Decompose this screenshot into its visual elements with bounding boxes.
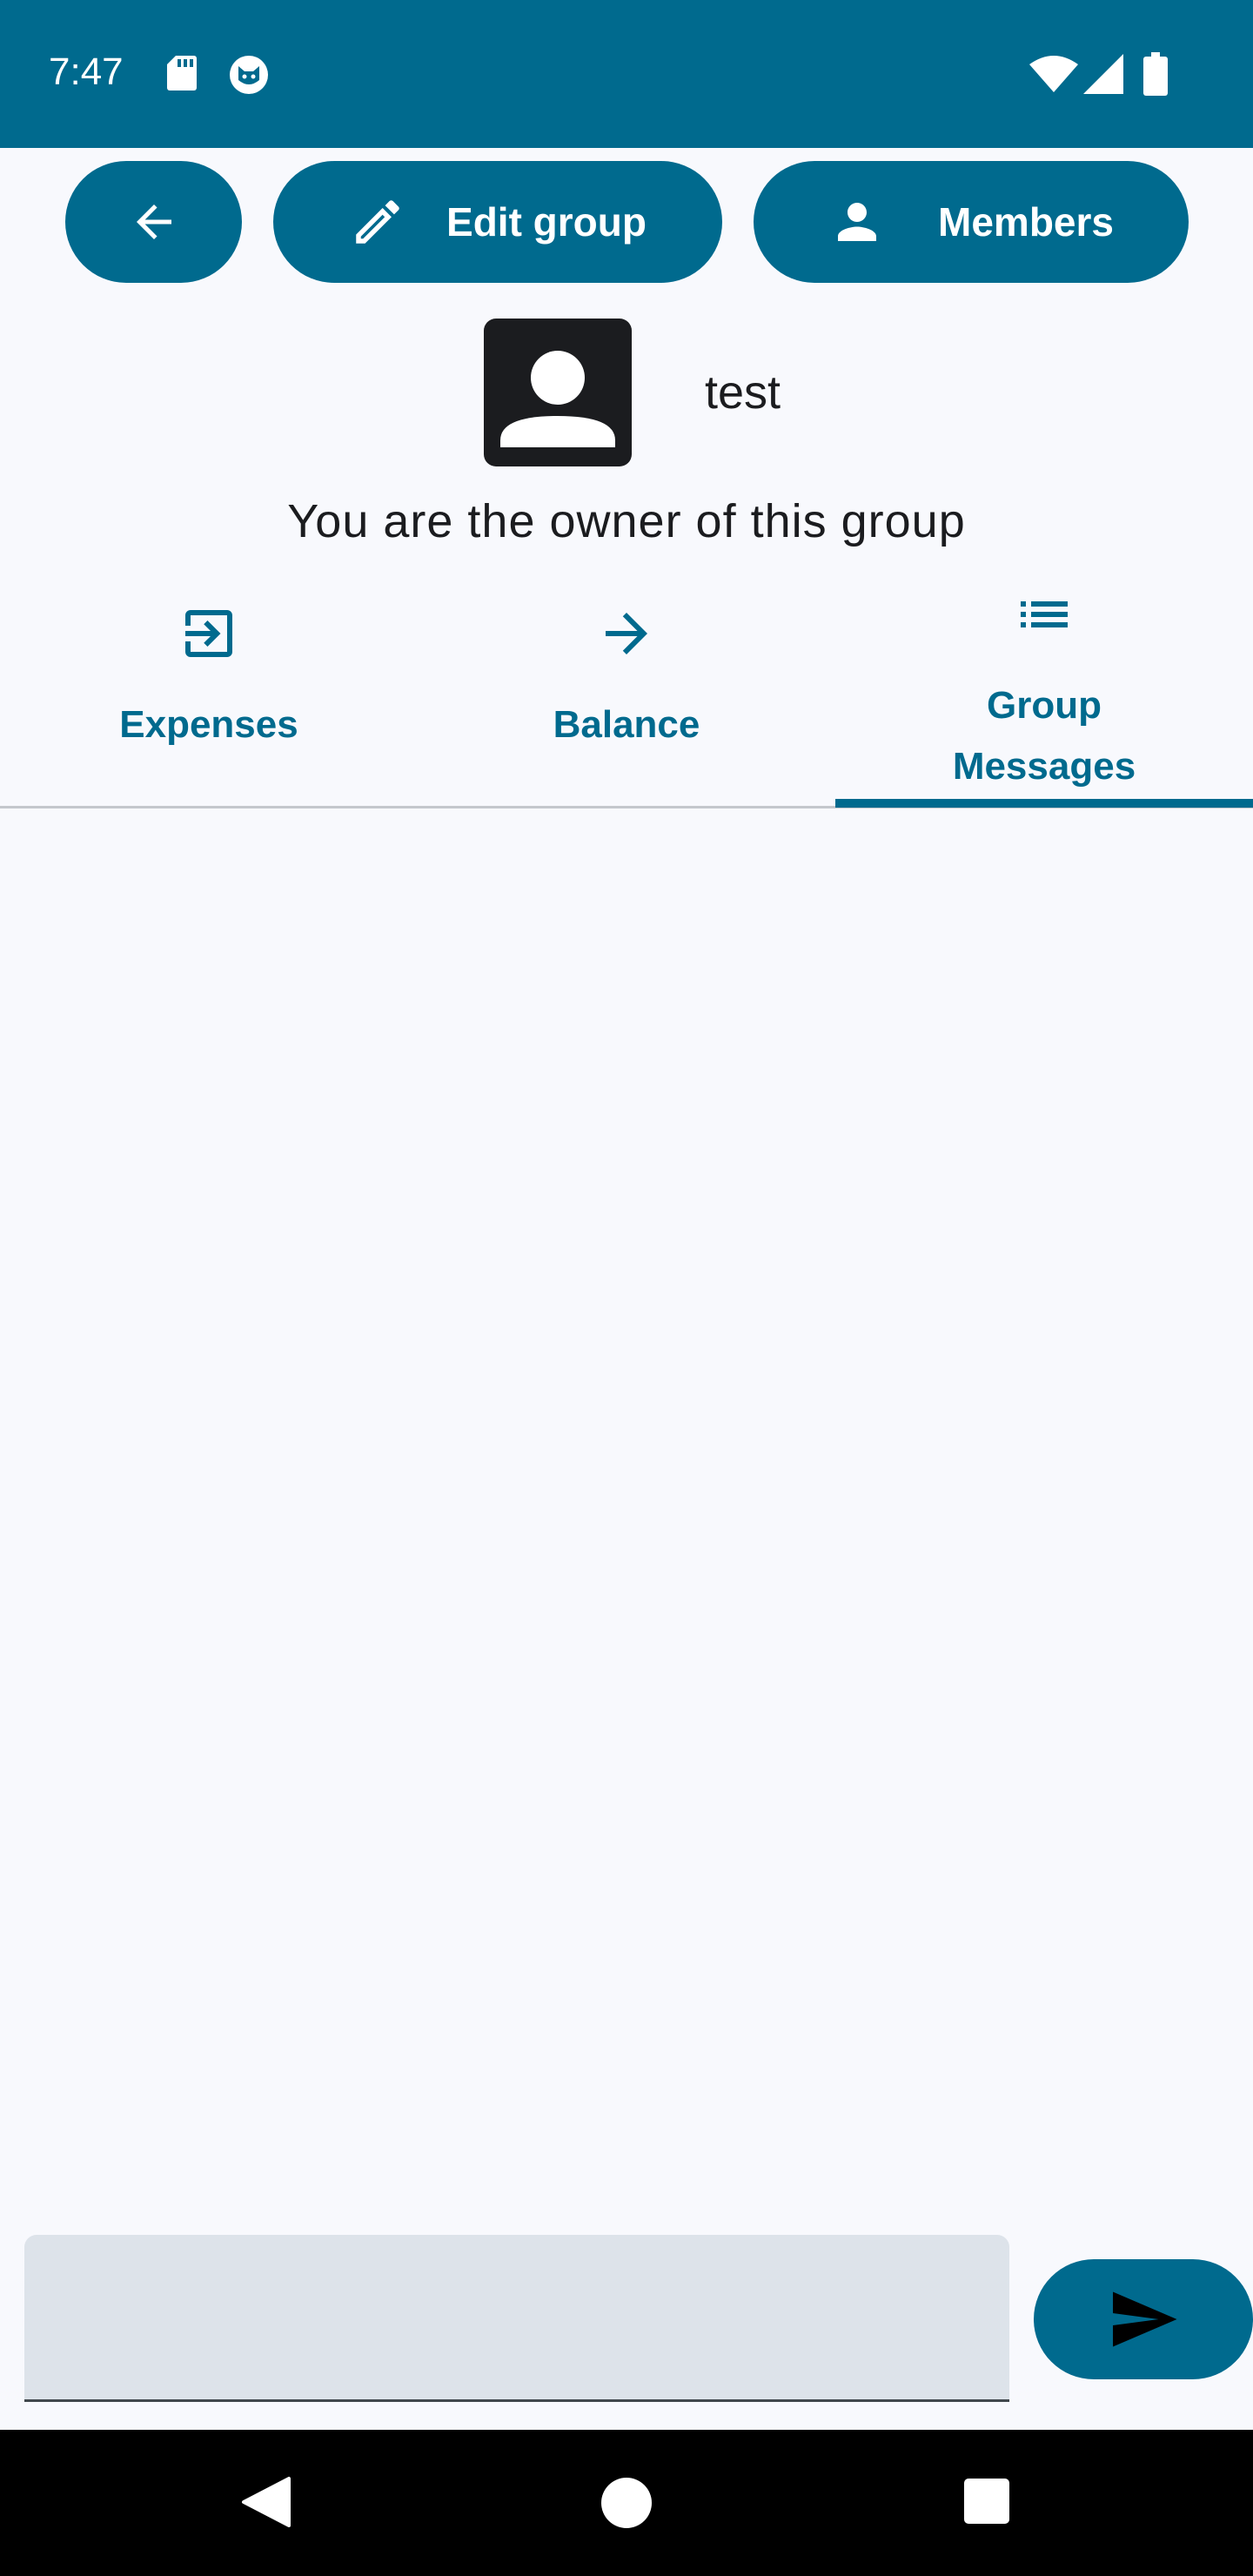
selected-tab-indicator bbox=[835, 799, 1253, 808]
send-icon bbox=[1113, 2291, 1177, 2347]
owner-notice: You are the owner of this group bbox=[287, 495, 966, 547]
group-avatar bbox=[484, 319, 632, 466]
arrow-right-icon bbox=[606, 613, 647, 654]
list-icon bbox=[1021, 601, 1068, 627]
back-button[interactable] bbox=[65, 161, 242, 283]
person-icon bbox=[838, 203, 877, 241]
tab-group-messages-label-line2: Messages bbox=[952, 745, 1136, 788]
tab-group-messages-label-line1: Group bbox=[987, 684, 1102, 727]
arrow-left-icon bbox=[136, 205, 171, 239]
members-label: Members bbox=[938, 199, 1114, 245]
members-button[interactable]: Members bbox=[754, 161, 1189, 283]
sd-card-icon bbox=[167, 56, 197, 91]
account-box-icon bbox=[500, 351, 615, 447]
edit-group-label: Edit group bbox=[446, 199, 647, 245]
login-box-icon bbox=[185, 610, 232, 657]
cat-face-icon bbox=[230, 56, 268, 94]
tab-group-messages[interactable]: Group Messages bbox=[835, 592, 1253, 808]
tab-expenses-label: Expenses bbox=[119, 703, 298, 746]
recents-square-icon[interactable] bbox=[964, 2479, 1009, 2524]
back-triangle-icon[interactable] bbox=[238, 2475, 292, 2529]
edit-group-button[interactable]: Edit group bbox=[273, 161, 722, 283]
pencil-icon bbox=[356, 200, 399, 244]
battery-icon bbox=[1143, 52, 1168, 96]
tab-balance[interactable]: Balance bbox=[418, 592, 835, 808]
status-time: 7:47 bbox=[49, 50, 124, 93]
status-bar: 7:47 bbox=[0, 0, 1253, 148]
tab-bar: Expenses Balance Group Messages bbox=[0, 592, 1253, 808]
message-input[interactable] bbox=[24, 2235, 1009, 2402]
wifi-icon bbox=[1029, 56, 1078, 92]
tab-expenses[interactable]: Expenses bbox=[0, 592, 418, 808]
home-circle-icon[interactable] bbox=[600, 2477, 653, 2529]
send-button[interactable] bbox=[1034, 2259, 1253, 2379]
tab-balance-label: Balance bbox=[553, 703, 700, 746]
group-name: test bbox=[705, 366, 781, 419]
messages-list bbox=[0, 809, 1253, 2219]
navigation-bar bbox=[0, 2430, 1253, 2576]
signal-icon bbox=[1083, 54, 1123, 94]
